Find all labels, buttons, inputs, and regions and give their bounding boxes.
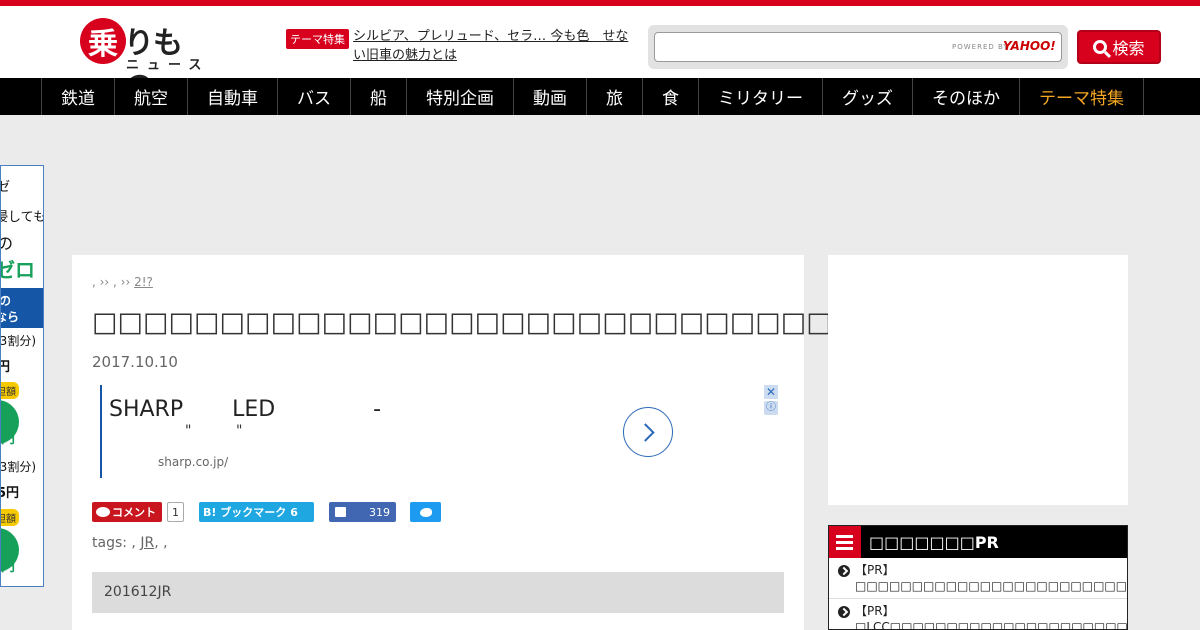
site-header: 乗 りもの ニュース テーマ特集 シルビア、プレリュード、セラ… 今も色 せない…	[0, 6, 1200, 105]
theme-tag: テーマ特集	[286, 29, 349, 49]
article-lead: 201612JR	[92, 572, 784, 613]
side-ad-text: (3割分)	[0, 334, 36, 348]
ad-subline: " "	[185, 423, 243, 439]
logo-mark: 乗	[80, 18, 126, 64]
share-bar: コメント 1 B! ブックマーク 6 319	[92, 502, 492, 524]
article-date: 2017.10.10	[92, 353, 178, 371]
ad-accent-bar	[100, 385, 102, 478]
side-ad-text: の	[0, 294, 12, 308]
nav-item-goods[interactable]: グッズ	[823, 78, 913, 115]
side-ad-text: ゼロ	[1, 258, 35, 282]
twitter-bird-icon	[419, 507, 432, 517]
tags-label: tags:	[92, 535, 127, 551]
twitter-share-button[interactable]	[410, 502, 441, 522]
ad-next-button[interactable]	[623, 407, 673, 457]
pr-item-text: 【PR】□LCC□□□□□□□□□□□□□□□□□□□□□□□□□□□□□□□□…	[855, 604, 1128, 630]
hatena-bookmark-button[interactable]: B! ブックマーク 6	[199, 502, 314, 522]
hatena-label: B! ブックマーク	[203, 506, 287, 519]
facebook-like-button[interactable]: 319	[329, 502, 396, 522]
left-side-ad[interactable]: ゼ 浸しても、 の ゼロ の なら (3割分) 円 担額 円 (3割分) 5円 …	[0, 165, 44, 587]
side-ad-text: 円	[1, 431, 15, 447]
comment-count: 1	[167, 502, 184, 522]
breadcrumb-prefix: , ›› , ››	[92, 275, 131, 289]
nav-item-other[interactable]: そのほか	[913, 78, 1020, 115]
side-ad-banner: の なら	[0, 288, 43, 328]
pr-heading: □□□□□□□PR	[829, 526, 1127, 558]
nav-item-theme[interactable]: テーマ特集	[1020, 78, 1144, 115]
nav-item-video[interactable]: 動画	[514, 78, 587, 115]
theme-feature: テーマ特集 シルビア、プレリュード、セラ… 今も色 せない旧車の魅力とは	[286, 24, 631, 68]
side-ad-text: の	[1, 230, 13, 254]
yahoo-logo: YAHOO!	[1003, 39, 1056, 53]
nav-item-aviation[interactable]: 航空	[115, 78, 188, 115]
nav-item-travel[interactable]: 旅	[587, 78, 643, 115]
list-icon	[829, 526, 861, 558]
chevron-circle-icon	[838, 565, 850, 577]
inline-ad[interactable]: SHARP LED - " " sharp.co.jp/ ✕ ⓘ	[100, 385, 780, 479]
tags-rest: , ,	[154, 535, 168, 551]
side-ad-text: 浸しても、	[1, 210, 43, 225]
search-icon	[1093, 40, 1108, 54]
search-button[interactable]: 検索	[1077, 30, 1161, 64]
breadcrumb-link[interactable]: 2!?	[134, 275, 193, 289]
side-ad-text: 円	[1, 559, 15, 575]
nav-item-bus[interactable]: バス	[278, 78, 351, 115]
side-ad-text: 円	[1, 356, 10, 375]
tag-link[interactable]: JR	[140, 535, 154, 551]
sidebar-pr-box: □□□□□□□PR 【PR】□□□□□□□□□□□□□□□□□□□□□□□□□□…	[828, 525, 1128, 630]
pr-item-text: 【PR】□□□□□□□□□□□□□□□□□□□□□□□□□□□□1□N□□□□□…	[855, 563, 1128, 593]
hatena-count: 6	[290, 505, 298, 519]
comment-label: コメント	[112, 506, 156, 519]
sidebar-ad-slot	[828, 255, 1128, 505]
side-ad-text: 5円	[1, 486, 20, 501]
ad-headline: SHARP LED -	[109, 397, 382, 422]
ad-close-icon[interactable]: ✕	[764, 385, 778, 399]
side-ad-text: ゼ	[1, 176, 10, 195]
facebook-like-count: 319	[369, 505, 390, 519]
logo-subtitle: ニュース	[126, 58, 210, 73]
nav-item-military[interactable]: ミリタリー	[699, 78, 823, 115]
site-logo[interactable]: 乗 りもの ニュース	[80, 18, 210, 105]
tags-separator: ,	[131, 535, 136, 551]
search-button-label: 検索	[1112, 39, 1145, 58]
side-ad-badge: 担額	[1, 382, 19, 399]
pr-heading-text: □□□□□□□PR	[869, 532, 999, 552]
main-nav: 鉄道 航空 自動車 バス 船 特別企画 動画 旅 食 ミリタリー グッズ そのほ…	[0, 78, 1200, 115]
nav-item-food[interactable]: 食	[643, 78, 699, 115]
side-ad-text: (3割分)	[0, 460, 36, 474]
ad-info-icon[interactable]: ⓘ	[764, 401, 778, 415]
powered-by-label: POWERED BY	[952, 43, 1009, 51]
comment-bubble-icon	[96, 507, 110, 517]
nav-item-car[interactable]: 自動車	[188, 78, 278, 115]
nav-item-special[interactable]: 特別企画	[407, 78, 514, 115]
chevron-circle-icon	[838, 606, 850, 618]
article-main: , ›› , ›› 2!? □□□□□□□□□□□□□□□□□□□□□□□□□□…	[72, 255, 1032, 630]
pr-list-item[interactable]: 【PR】□LCC□□□□□□□□□□□□□□□□□□□□□□□□□□□□□□□□…	[829, 599, 1128, 630]
pr-list-item[interactable]: 【PR】□□□□□□□□□□□□□□□□□□□□□□□□□□□□1□N□□□□□…	[829, 558, 1127, 599]
comment-button[interactable]: コメント	[92, 502, 162, 522]
theme-link[interactable]: シルビア、プレリュード、セラ… 今も色 せない旧車の魅力とは	[353, 27, 633, 65]
breadcrumb: , ›› , ›› 2!?	[92, 275, 193, 289]
side-ad-text: なら	[1, 310, 20, 324]
chevron-right-icon	[635, 422, 655, 442]
nav-item-ship[interactable]: 船	[351, 78, 407, 115]
thumbs-up-icon	[335, 507, 346, 517]
side-ad-badge: 担額	[1, 509, 19, 526]
ad-url[interactable]: sharp.co.jp/	[158, 455, 228, 469]
article-tags: tags: , JR, ,	[92, 535, 168, 551]
nav-item-railway[interactable]: 鉄道	[42, 78, 115, 115]
